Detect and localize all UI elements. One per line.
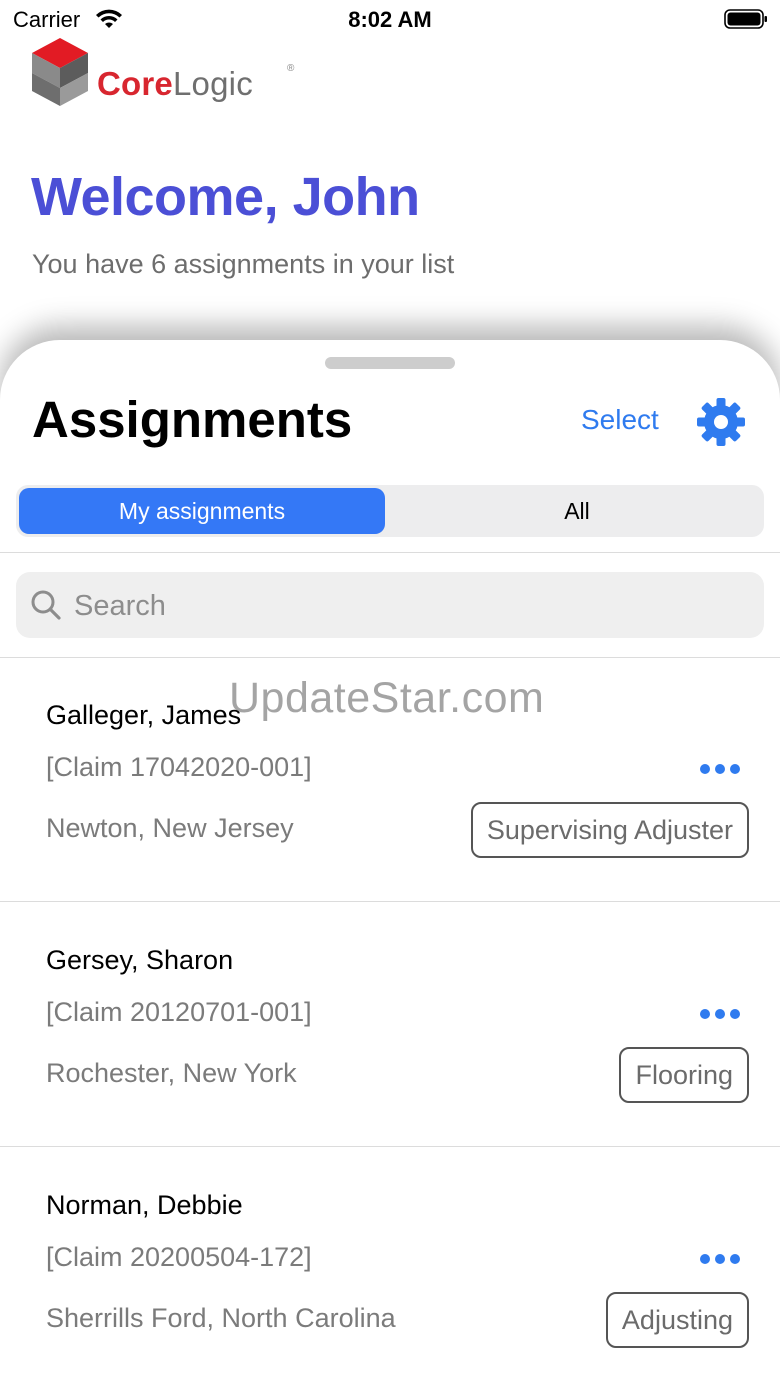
welcome-title: Welcome, John [31,167,420,227]
assignment-location: Rochester, New York [46,1058,297,1088]
claim-number: [Claim 20120701-001] [46,997,312,1027]
divider [0,552,780,553]
search-icon [31,590,61,620]
assignment-location: Newton, New Jersey [46,813,294,843]
tab-my-assignments[interactable]: My assignments [19,488,385,534]
search-bar [16,572,764,638]
search-input[interactable] [72,582,736,630]
logo-word-logic: Logic [173,65,253,102]
more-icon[interactable] [700,762,744,776]
assignee-name: Galleger, James [46,700,242,730]
row-separator [0,1146,780,1147]
assignments-sheet: Assignments Select My assignments All Ga… [0,340,780,1387]
claim-number: [Claim 17042020-001] [46,752,312,782]
role-badge: Flooring [619,1047,749,1103]
assignment-location: Sherrills Ford, North Carolina [46,1303,396,1333]
assignment-row[interactable]: Galleger, James [Claim 17042020-001] New… [0,658,780,902]
logo-word-core: Core [97,65,173,102]
assignee-name: Norman, Debbie [46,1190,243,1220]
role-badge: Supervising Adjuster [470,802,749,858]
sheet-grabber[interactable] [325,357,455,369]
assignment-row[interactable]: Norman, Debbie [Claim 20200504-172] Sher… [0,1148,780,1387]
row-separator [0,901,780,902]
role-badge: Adjusting [605,1292,749,1348]
corelogic-logo-mark [32,38,88,106]
status-bar: Carrier 8:02 AM [0,0,780,40]
logo-trademark: ® [287,63,295,74]
tab-all[interactable]: All [394,488,760,534]
assignment-filter-segmented-control: My assignments All [16,485,764,537]
welcome-subtitle: You have 6 assignments in your list [32,249,455,279]
battery-icon [724,9,767,29]
more-icon[interactable] [700,1007,744,1021]
logo-wordmark: CoreLogic ® [97,63,294,103]
more-icon[interactable] [700,1252,744,1266]
select-button[interactable]: Select [581,404,659,436]
gear-icon[interactable] [696,397,746,447]
assignment-row[interactable]: Gersey, Sharon [Claim 20120701-001] Roch… [0,903,780,1147]
claim-number: [Claim 20200504-172] [46,1242,312,1272]
sheet-title: Assignments [32,391,353,448]
assignee-name: Gersey, Sharon [46,945,234,975]
corelogic-logo: CoreLogic ® [30,38,294,106]
clock: 8:02 AM [348,7,432,32]
